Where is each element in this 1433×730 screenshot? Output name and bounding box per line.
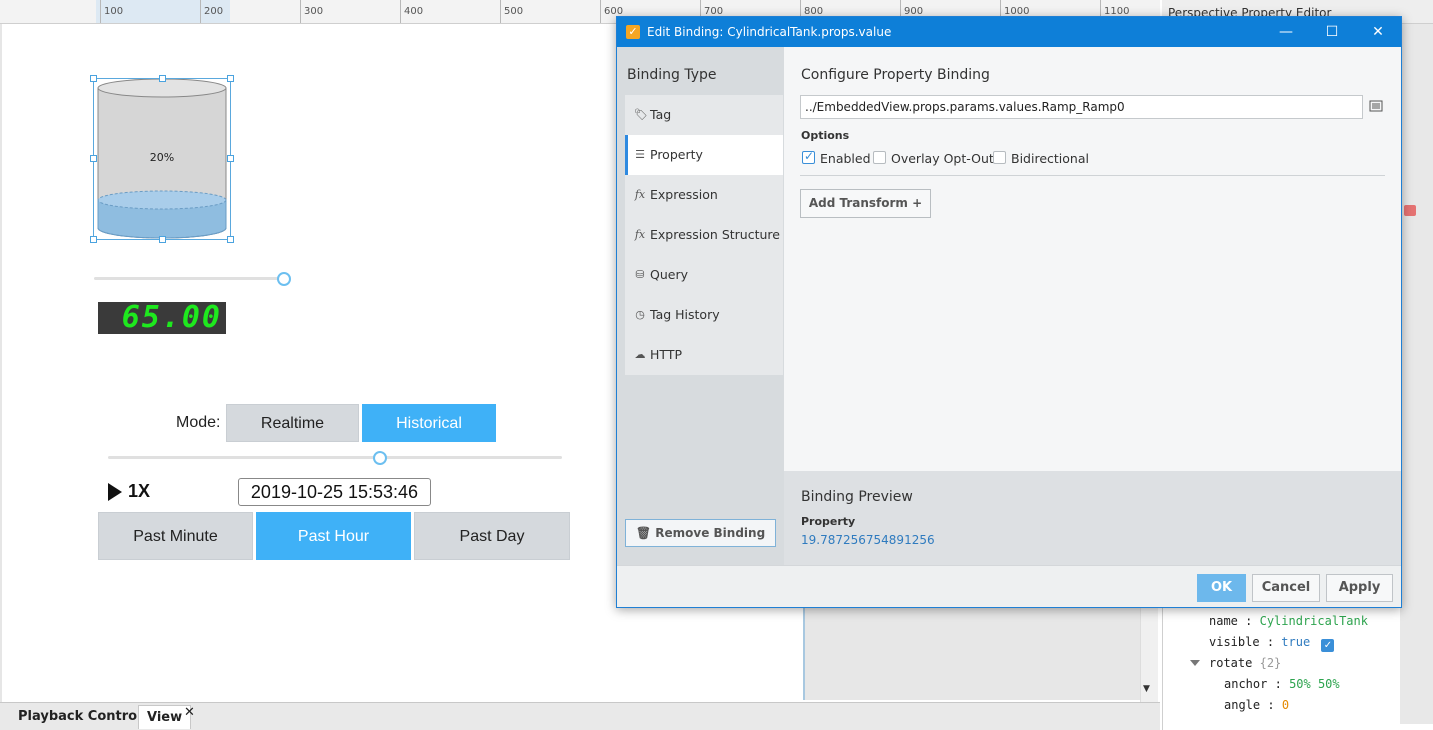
tank-value-label: 20% [149,151,175,164]
tag-icon: 🏷 [634,108,648,121]
led-display: 65.00 [98,302,226,334]
binding-type-expression[interactable]: fx Expression [625,175,783,215]
ruler-tick [600,0,601,23]
bottom-tab-bar: Playback Controller View [0,702,1160,730]
playback-slider-thumb[interactable] [373,451,388,465]
realtime-button[interactable]: Realtime [226,404,359,442]
ignition-app-icon: ✓ [626,25,640,39]
vertical-ruler [0,24,2,702]
prop-row-angle[interactable]: angle : 0 [1224,698,1289,712]
maximize-icon[interactable]: ☐ [1309,17,1355,47]
resize-handle[interactable] [90,236,97,243]
ruler-tick [200,0,201,23]
enabled-label: Enabled [820,151,871,166]
playback-speed[interactable]: 1X [128,481,150,502]
ruler-tick [300,0,301,23]
resize-handle[interactable] [227,236,234,243]
prop-row-name[interactable]: name : CylindricalTank [1209,614,1368,628]
fx-icon: fx [634,188,646,201]
preview-value: 19.787256754891256 [801,533,935,547]
datetime-display[interactable]: 2019-10-25 15:53:46 [238,478,431,506]
options-label: Options [801,129,850,142]
ruler-tick-label: 300 [304,6,324,17]
fx-icon: fx [634,228,646,241]
past-day-button[interactable]: Past Day [414,512,570,560]
playback-slider-track[interactable] [108,456,562,459]
dialog-titlebar[interactable]: ✓ Edit Binding: CylindricalTank.props.va… [617,17,1401,47]
error-indicator [1404,205,1416,216]
resize-handle[interactable] [159,75,166,82]
binding-type-query[interactable]: ⛁ Query [625,255,783,295]
edit-binding-dialog: ✓ Edit Binding: CylindricalTank.props.va… [616,16,1402,608]
configure-title: Configure Property Binding [801,67,990,83]
overlay-opt-out-label: Overlay Opt-Out [891,151,994,166]
prop-row-visible[interactable]: visible : true ✓ [1209,635,1335,652]
overlay-opt-out-checkbox[interactable] [873,151,886,164]
resize-handle[interactable] [159,236,166,243]
close-tab-icon[interactable]: ✕ [184,705,195,720]
past-minute-button[interactable]: Past Minute [98,512,253,560]
binding-type-expression-structure[interactable]: fx Expression Structure [625,215,783,255]
close-icon[interactable]: ✕ [1355,17,1401,47]
preview-title: Binding Preview [801,489,913,505]
ruler-tick [400,0,401,23]
property-browser-icon[interactable] [1369,99,1383,113]
property-path-input[interactable]: ../EmbeddedView.props.params.values.Ramp… [800,95,1363,119]
binding-type-heading: Binding Type [627,67,717,83]
play-icon[interactable] [108,483,122,501]
level-slider-thumb[interactable] [277,272,291,286]
remove-binding-button[interactable]: 🗑 Remove Binding [625,519,776,547]
resize-handle[interactable] [90,75,97,82]
mode-label: Mode: [176,414,221,431]
dialog-footer: OK Cancel Apply [617,565,1401,607]
add-transform-button[interactable]: Add Transform + [800,189,931,218]
historical-button[interactable]: Historical [362,404,496,442]
canvas-background-area [803,606,1140,700]
past-hour-button[interactable]: Past Hour [256,512,411,560]
ok-button[interactable]: OK [1197,574,1246,602]
apply-button[interactable]: Apply [1326,574,1393,602]
clock-icon: ◷ [635,308,645,321]
binding-type-http[interactable]: ☁ HTTP [625,335,783,375]
binding-type-tag[interactable]: 🏷 Tag [625,95,783,135]
binding-type-sidebar: Binding Type 🏷 Tag ☰ Property fx Express… [617,47,784,565]
binding-type-list: 🏷 Tag ☰ Property fx Expression fx Expres… [625,95,783,375]
binding-type-tag-history[interactable]: ◷ Tag History [625,295,783,335]
configure-pane: Configure Property Binding ../EmbeddedVi… [784,47,1401,471]
cancel-button[interactable]: Cancel [1252,574,1320,602]
property-editor-strip [1400,24,1433,724]
enabled-checkbox[interactable] [802,149,815,164]
resize-handle[interactable] [227,75,234,82]
cloud-icon: ☁ [634,348,646,361]
collapse-rotate-icon[interactable] [1190,660,1200,666]
ruler-tick [100,0,101,23]
scroll-down-icon[interactable]: ▼ [1143,684,1150,694]
ruler-tick-label: 500 [504,6,524,17]
dialog-title: Edit Binding: CylindricalTank.props.valu… [647,25,892,39]
ruler-tick-label: 100 [104,6,124,17]
minimize-icon[interactable]: — [1263,17,1309,47]
resize-handle[interactable] [227,155,234,162]
bidirectional-checkbox[interactable] [993,151,1006,164]
list-icon: ☰ [635,148,645,161]
binding-preview-pane: Binding Preview Property 19.787256754891… [784,471,1401,565]
ruler-tick-label: 200 [204,6,224,17]
ruler-tick-label: 400 [404,6,424,17]
options-divider [800,175,1385,176]
prop-row-rotate[interactable]: rotate {2} [1209,656,1281,670]
bidirectional-label: Bidirectional [1011,151,1089,166]
level-slider-track[interactable] [94,277,284,280]
visible-checkbox[interactable]: ✓ [1321,639,1335,652]
preview-label: Property [801,515,856,528]
resize-handle[interactable] [90,155,97,162]
prop-row-anchor[interactable]: anchor : 50% 50% [1224,677,1340,691]
ruler-tick [500,0,501,23]
binding-type-property[interactable]: ☰ Property [625,135,783,175]
database-icon: ⛁ [635,268,645,281]
trash-icon: 🗑 [635,526,652,540]
